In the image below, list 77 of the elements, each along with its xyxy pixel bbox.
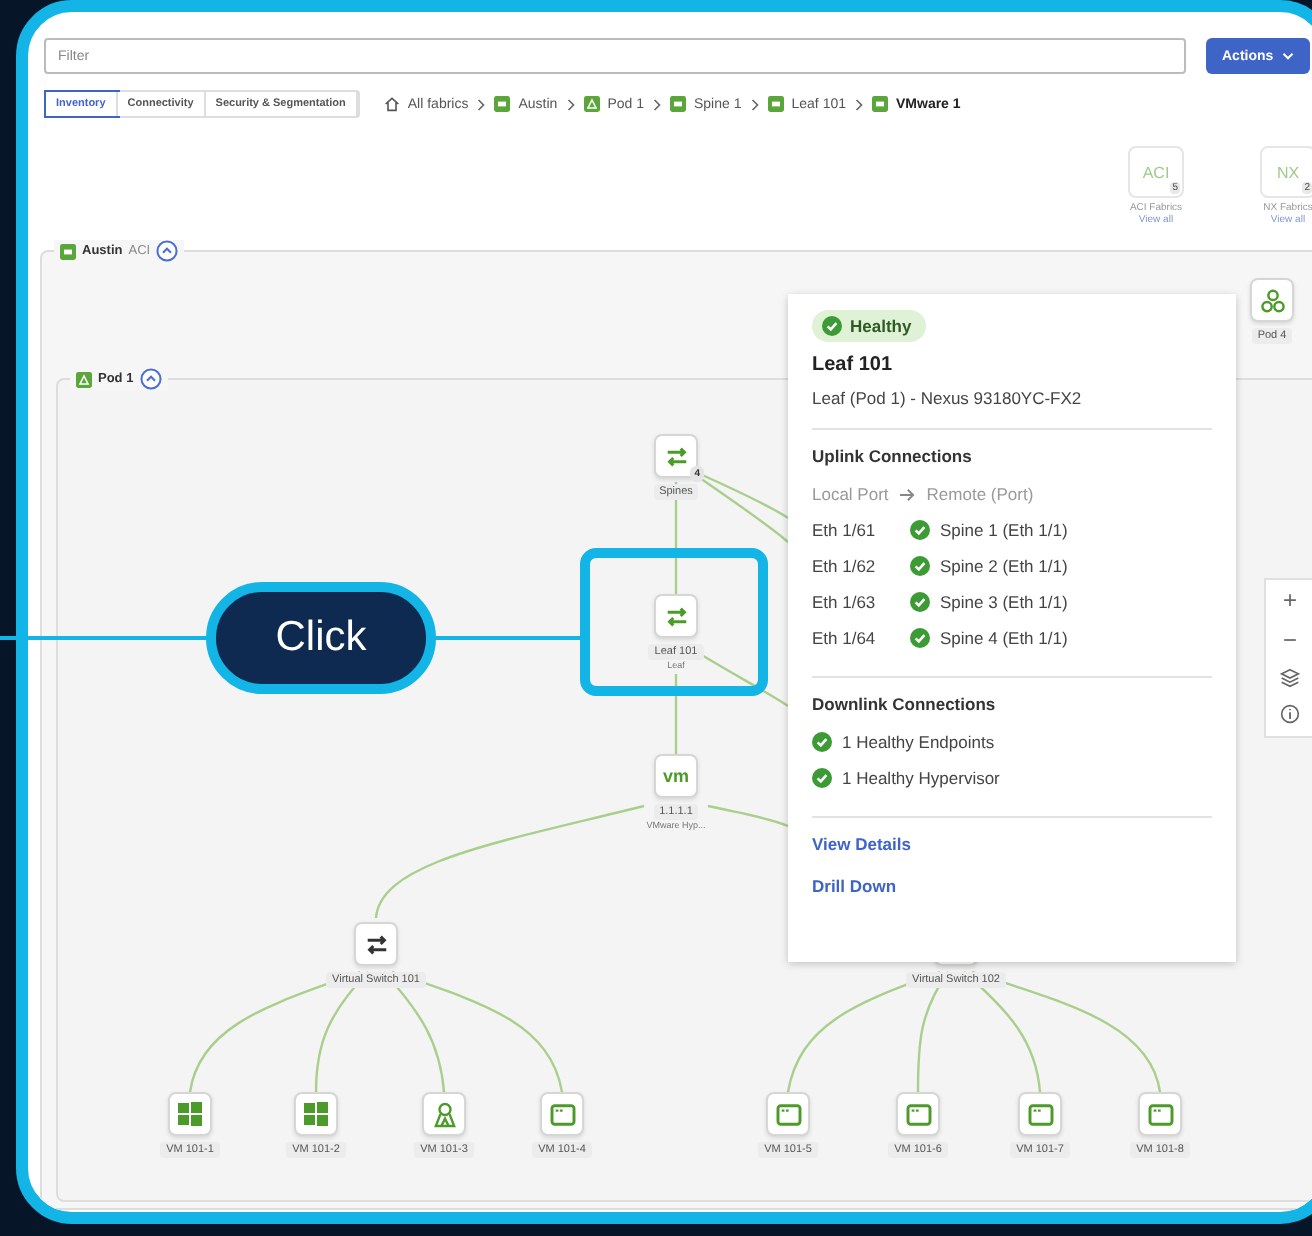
section-heading: Uplink Connections xyxy=(812,446,972,466)
link-line xyxy=(699,652,789,707)
window-icon xyxy=(1147,1103,1173,1125)
chevron-right-icon xyxy=(476,97,487,111)
local-port: Eth 1/61 xyxy=(812,520,878,540)
remote-port: Spine 2 (Eth 1/1) xyxy=(940,556,1068,576)
collapse-button[interactable] xyxy=(156,240,179,262)
windows-icon xyxy=(304,1102,328,1126)
remote-port: Spine 1 (Eth 1/1) xyxy=(940,520,1068,540)
popover-link[interactable]: View Details xyxy=(812,834,911,854)
local-port: Eth 1/63 xyxy=(812,592,878,612)
device-icon xyxy=(767,96,784,112)
status-pill: Healthy xyxy=(812,310,926,342)
local-port: Eth 1/62 xyxy=(812,556,878,576)
penguin-icon xyxy=(433,1101,455,1127)
link-line xyxy=(699,477,789,543)
arrow-right-icon xyxy=(898,487,917,501)
check-icon xyxy=(910,556,930,576)
device-icon xyxy=(494,96,511,112)
section-heading: Downlink Connections xyxy=(812,694,996,714)
popover-link[interactable]: Drill Down xyxy=(812,876,897,896)
window-icon xyxy=(775,1103,801,1125)
device-tile[interactable] xyxy=(654,594,698,638)
info-icon[interactable] xyxy=(1280,704,1300,724)
zoom-button[interactable]: + xyxy=(1282,588,1297,612)
device-icon xyxy=(872,96,888,112)
zoom-button[interactable]: − xyxy=(1282,628,1297,652)
device-tile[interactable] xyxy=(540,1092,584,1136)
chevron-right-icon xyxy=(749,97,760,111)
chevron-right-icon xyxy=(565,97,576,111)
column-heading: Remote (Port) xyxy=(926,484,1034,504)
downlink-summary: 1 Healthy Hypervisor xyxy=(842,768,1000,788)
check-icon xyxy=(910,628,930,648)
check-icon xyxy=(910,520,930,540)
chevron-right-icon xyxy=(652,97,662,111)
collapse-button[interactable] xyxy=(139,368,162,390)
downlink-summary: 1 Healthy Endpoints xyxy=(842,732,995,752)
device-tile[interactable]: vm xyxy=(654,754,698,798)
device-tile[interactable] xyxy=(422,1092,466,1136)
remote-port: Spine 3 (Eth 1/1) xyxy=(940,592,1068,612)
device-tile[interactable] xyxy=(1018,1092,1062,1136)
column-heading: Local Port xyxy=(812,484,889,504)
device-tile[interactable] xyxy=(1138,1092,1182,1136)
check-icon xyxy=(822,316,842,336)
popover-title: Leaf 101 xyxy=(812,354,893,376)
windows-icon xyxy=(178,1102,202,1126)
link-line xyxy=(699,472,789,519)
device-tile[interactable] xyxy=(354,922,398,966)
device-icon xyxy=(670,96,686,112)
chevron-down-icon xyxy=(1281,50,1294,62)
vm-logo: vm xyxy=(662,766,689,786)
device-tile[interactable] xyxy=(168,1092,212,1136)
arrows-icon xyxy=(363,931,389,957)
window-icon xyxy=(1027,1103,1053,1125)
device-tile[interactable] xyxy=(1250,278,1294,322)
window-icon xyxy=(549,1103,575,1125)
remote-port: Spine 4 (Eth 1/1) xyxy=(940,628,1068,648)
device-model: Leaf (Pod 1) - Nexus 93180YC-FX2 xyxy=(812,388,1082,408)
local-port: Eth 1/64 xyxy=(812,628,878,648)
arrows-icon xyxy=(663,603,689,629)
link-line xyxy=(707,804,789,828)
link-line xyxy=(674,674,678,754)
check-icon xyxy=(812,732,832,752)
device-tile[interactable] xyxy=(896,1092,940,1136)
layers-icon[interactable] xyxy=(1280,668,1300,688)
device-tile[interactable] xyxy=(294,1092,338,1136)
link-line xyxy=(674,482,678,594)
check-icon xyxy=(910,592,930,612)
pod-icon xyxy=(583,96,600,112)
circles-icon xyxy=(1259,287,1285,313)
window-icon xyxy=(905,1103,931,1125)
chevron-right-icon xyxy=(854,97,864,111)
check-icon xyxy=(812,768,832,788)
callout-label: Click xyxy=(206,582,436,694)
home-icon xyxy=(383,96,400,112)
arrows-icon xyxy=(663,443,689,469)
device-tile[interactable] xyxy=(766,1092,810,1136)
